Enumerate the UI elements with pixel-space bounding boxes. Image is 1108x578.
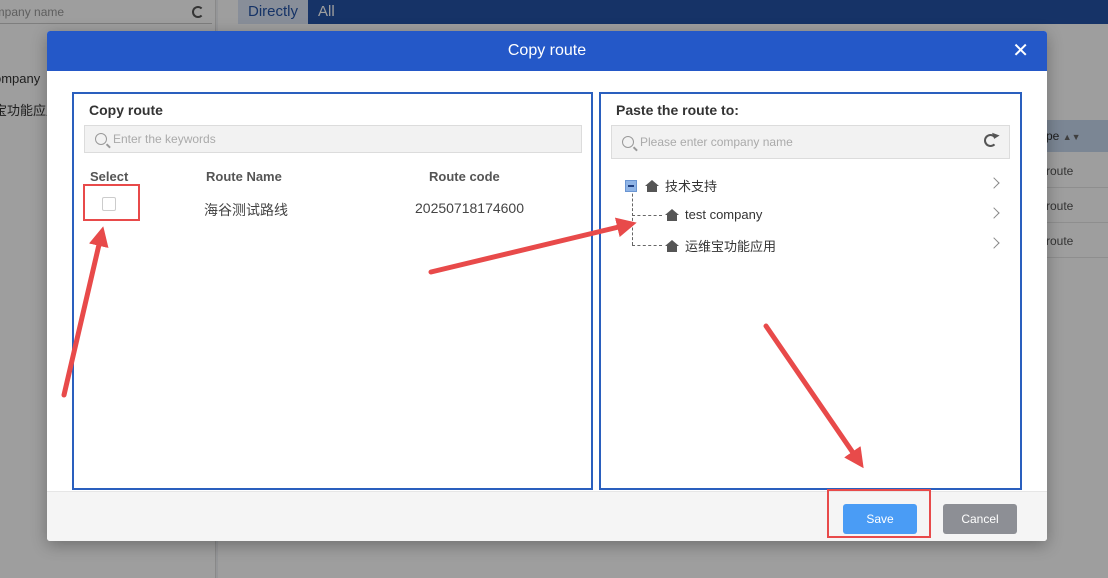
dialog-title: Copy route [507,42,587,59]
tree-node-label: 技术支持 [665,179,718,194]
refresh-icon[interactable] [984,134,997,147]
paste-route-panel-title: Paste the route to: [616,102,739,118]
route-code-cell: 20250718174600 [415,200,525,216]
tree-node-test-company[interactable]: test company [665,207,1005,222]
cancel-button[interactable]: Cancel [943,504,1017,534]
search-icon [95,133,107,145]
checkbox-highlight-box [83,184,140,221]
company-search-field-placeholder: Please enter company name [640,135,793,149]
column-header-select: Select [90,169,129,184]
close-icon[interactable]: ✕ [1012,31,1029,71]
route-name-cell: 海谷测试路线 [204,202,288,218]
search-icon [622,136,634,148]
dialog-body: Copy route Enter the keywords Select Rou… [47,71,1047,491]
column-header-route-name: Route Name [206,169,282,184]
home-icon [645,179,659,192]
home-icon [665,208,679,221]
home-icon [665,239,679,252]
company-search-field[interactable]: Please enter company name [611,125,1010,159]
copy-route-dialog: Copy route ✕ Copy route Enter the keywor… [47,31,1047,541]
tree-node-label: 运维宝功能应用 [685,239,777,254]
route-search-placeholder: Enter the keywords [113,132,216,146]
dialog-header: Copy route ✕ [47,31,1047,71]
tree-node-root[interactable]: 技术支持 [625,176,1005,195]
column-header-route-code: Route code [429,169,500,184]
tree-node-app[interactable]: 运维宝功能应用 [665,236,1005,255]
tree-connector [632,215,662,216]
tree-node-label: test company [685,207,763,222]
copy-route-panel: Copy route Enter the keywords Select Rou… [72,92,593,490]
save-highlight-box [827,489,931,538]
route-search-input[interactable]: Enter the keywords [84,125,582,153]
collapse-icon[interactable] [625,179,637,192]
tree-connector [632,245,662,246]
paste-route-panel: Paste the route to: Please enter company… [599,92,1022,490]
copy-route-panel-title: Copy route [89,102,163,118]
